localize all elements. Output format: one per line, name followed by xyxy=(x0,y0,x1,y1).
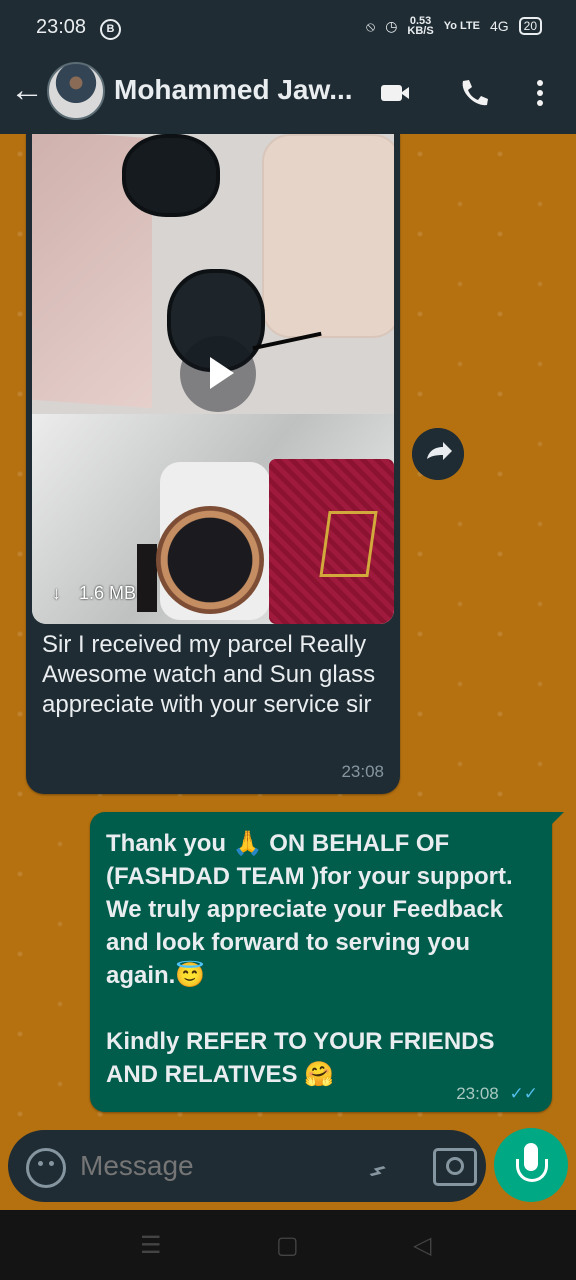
incoming-message-bubble[interactable]: ↓ 1.6 MB Sir I received my parcel Really… xyxy=(26,134,400,794)
status-time: 23:08 xyxy=(36,16,87,38)
chat-area[interactable]: ↓ 1.6 MB Sir I received my parcel Really… xyxy=(0,134,576,1134)
incoming-message-time: 23:08 xyxy=(341,762,384,781)
network-speed: 0.53 KB/S xyxy=(407,15,434,37)
download-icon: ↓ xyxy=(52,583,61,603)
message-input[interactable] xyxy=(78,1140,352,1192)
alarm-icon: ◷ xyxy=(385,17,398,34)
status-badge: B xyxy=(100,19,121,40)
phone-icon[interactable] xyxy=(456,76,490,110)
outgoing-message-time-status: 23:08 ✓✓ xyxy=(456,1084,538,1104)
paperclip-icon[interactable]: ⌁ xyxy=(357,1141,406,1190)
system-status-icons: ⦸ ◷ 0.53 KB/S Yo LTE 4G 20 xyxy=(366,15,542,37)
battery-level: 20 xyxy=(518,17,542,35)
camera-icon[interactable] xyxy=(433,1148,477,1186)
download-size-button[interactable]: ↓ 1.6 MB xyxy=(52,574,162,612)
play-icon[interactable] xyxy=(180,336,256,412)
chat-header: ← Mohammed Jaw... xyxy=(0,56,576,134)
double-check-icon: ✓✓ xyxy=(509,1084,539,1103)
signal-label: 4G xyxy=(489,18,509,34)
brand-logo-shape xyxy=(319,511,378,577)
outgoing-message-time: 23:08 xyxy=(456,1084,499,1103)
back-arrow-icon[interactable]: ← xyxy=(10,73,44,109)
incoming-message-text: Sir I received my parcel Really Awesome … xyxy=(42,631,376,718)
back-icon[interactable]: ◁ xyxy=(413,1234,437,1258)
forward-icon[interactable] xyxy=(412,428,464,480)
video-thumbnail[interactable]: ↓ 1.6 MB xyxy=(32,134,394,624)
more-options-icon[interactable] xyxy=(523,76,557,110)
message-box[interactable]: ⌁ xyxy=(8,1130,486,1202)
glasses-case-shape xyxy=(262,134,394,338)
recent-apps-icon[interactable]: ☰ xyxy=(140,1234,164,1258)
android-navigation-bar: ☰ ▢ ◁ xyxy=(0,1210,576,1280)
contact-name[interactable]: Mohammed Jaw... xyxy=(114,74,353,106)
mute-icon: ⦸ xyxy=(366,17,376,34)
emoji-icon[interactable] xyxy=(26,1148,66,1188)
status-bar: 23:08 B ⦸ ◷ 0.53 KB/S Yo LTE 4G 20 xyxy=(0,0,576,56)
microphone-icon xyxy=(516,1143,548,1182)
media-size-label: 1.6 MB xyxy=(79,583,137,603)
microphone-button[interactable] xyxy=(494,1128,568,1202)
volte-label: Yo LTE xyxy=(443,20,480,32)
outgoing-message-text: Thank you 🙏 ON BEHALF OF (FASHDAD TEAM )… xyxy=(106,830,513,1088)
contact-avatar[interactable] xyxy=(47,62,105,120)
sunglasses-lens-left xyxy=(122,134,220,217)
outgoing-message-bubble[interactable]: Thank you 🙏 ON BEHALF OF (FASHDAD TEAM )… xyxy=(90,812,564,1112)
video-call-icon[interactable] xyxy=(378,76,412,110)
home-icon[interactable]: ▢ xyxy=(276,1234,300,1258)
watch-face xyxy=(156,506,264,614)
message-composer: ⌁ xyxy=(0,1128,576,1210)
